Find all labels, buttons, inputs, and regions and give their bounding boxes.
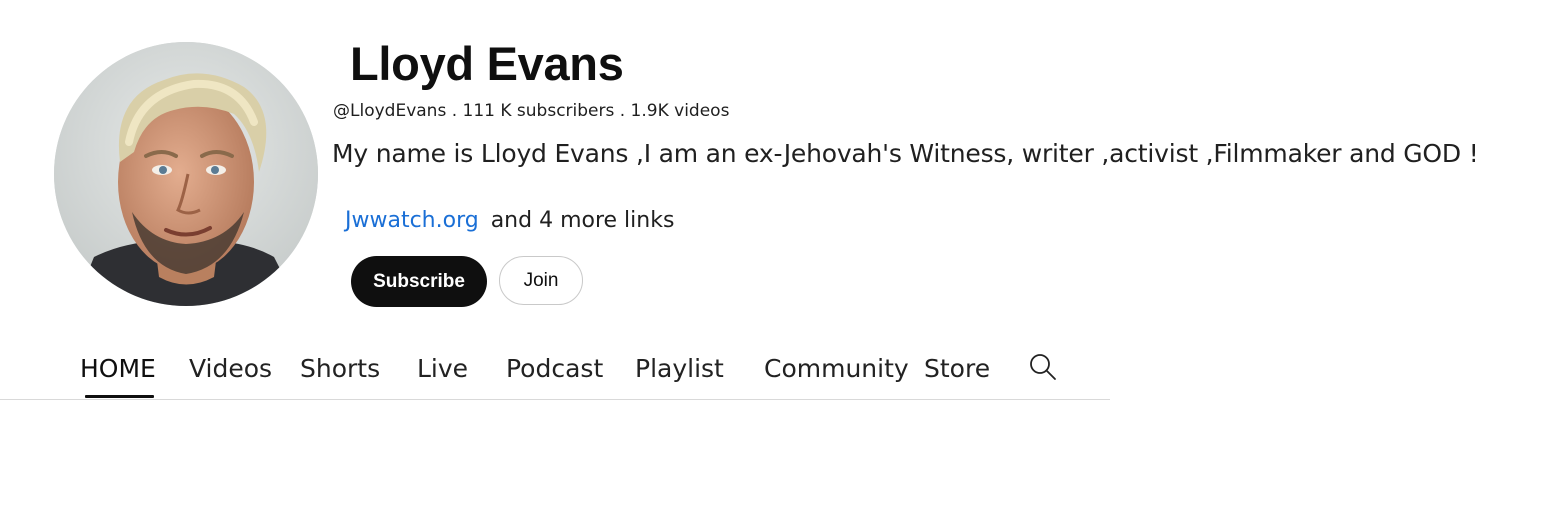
channel-links: Jwwatch.org and 4 more links [345, 208, 674, 233]
channel-page: Lloyd Evans @LloydEvans . 111 K subscrib… [0, 0, 1548, 520]
channel-meta: @LloydEvans . 111 K subscribers . 1.9K v… [333, 101, 730, 121]
active-tab-indicator [85, 395, 154, 398]
avatar[interactable] [54, 42, 318, 306]
channel-link[interactable]: Jwwatch.org [345, 208, 479, 233]
channel-name: Lloyd Evans [350, 37, 624, 90]
tab-community[interactable]: Community [764, 354, 909, 383]
tab-playlist[interactable]: Playlist [635, 354, 724, 383]
tab-shorts[interactable]: Shorts [300, 354, 380, 383]
tab-podcast[interactable]: Podcast [506, 354, 603, 383]
tab-store[interactable]: Store [924, 354, 990, 383]
tab-home[interactable]: HOME [80, 354, 156, 383]
search-icon[interactable] [1028, 352, 1058, 382]
tab-live[interactable]: Live [417, 354, 468, 383]
subscribe-button[interactable]: Subscribe [351, 256, 487, 307]
tab-videos[interactable]: Videos [189, 354, 272, 383]
avatar-image [54, 42, 318, 306]
join-button[interactable]: Join [499, 256, 583, 305]
channel-description[interactable]: My name is Lloyd Evans ,I am an ex-Jehov… [332, 139, 1479, 168]
channel-tabs: HOME Videos Shorts Live Podcast Playlist… [0, 346, 1110, 400]
more-links[interactable]: and 4 more links [491, 208, 675, 233]
